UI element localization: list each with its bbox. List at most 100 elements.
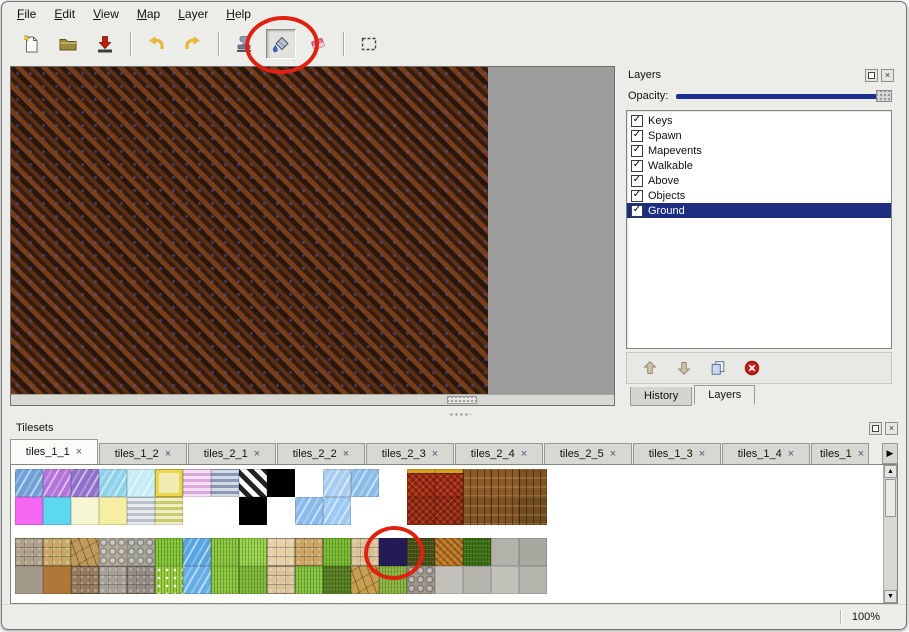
close-panel-button[interactable]: × [881,69,894,82]
palette-tile[interactable] [127,497,155,525]
tileset-tab[interactable]: tiles_1_1 × [10,439,98,464]
opacity-slider-handle[interactable] [876,90,892,102]
palette-tile[interactable] [323,538,351,566]
layer-row[interactable]: ✓ Mapevents [627,143,891,158]
close-tab-icon[interactable]: × [254,449,260,460]
close-tab-icon[interactable]: × [788,449,794,460]
palette-tile[interactable] [407,497,435,525]
float-panel-button[interactable] [865,69,878,82]
fill-bucket-tool-button[interactable] [266,29,296,59]
palette-tile[interactable] [519,469,547,497]
tileset-tab[interactable]: tiles_2_4 × [455,443,543,464]
close-tab-icon[interactable]: × [343,449,349,460]
palette-tile[interactable] [351,538,379,566]
menu-file[interactable]: File [8,4,45,24]
palette-tile[interactable] [463,469,491,497]
palette-tile[interactable] [127,566,155,594]
scrollbar-thumb[interactable] [447,396,477,404]
palette-tile[interactable] [15,497,43,525]
palette-tile[interactable] [491,469,519,497]
palette-tile[interactable] [267,469,295,497]
palette-tile[interactable] [183,566,211,594]
palette-tile[interactable] [519,497,547,525]
pane-splitter[interactable] [2,410,906,418]
scrollbar-thumb[interactable] [885,479,896,517]
layer-row[interactable]: ✓ Above [627,173,891,188]
palette-tile[interactable] [491,566,519,594]
save-button[interactable] [90,29,120,59]
palette-tile[interactable] [183,469,211,497]
float-panel-button[interactable] [869,422,882,435]
palette-tile[interactable] [351,469,379,497]
palette-tile[interactable] [71,469,99,497]
palette-tile[interactable] [15,469,43,497]
palette-tile[interactable] [435,469,463,497]
layer-row-selected[interactable]: ✓ Ground [627,203,891,218]
menu-view[interactable]: View [84,4,128,24]
palette-tile[interactable] [155,469,183,497]
palette-tile[interactable] [239,497,267,525]
palette-tile[interactable] [71,566,99,594]
map-horizontal-scrollbar[interactable] [11,394,614,405]
layer-row[interactable]: ✓ Keys [627,113,891,128]
palette-tile[interactable] [407,538,435,566]
palette-tile[interactable] [407,469,435,497]
palette-tile[interactable] [127,538,155,566]
palette-tile[interactable] [127,469,155,497]
close-tab-icon[interactable]: × [610,449,616,460]
tileset-tab[interactable]: tiles_2_1 × [188,443,276,464]
layer-visibility-checkbox[interactable]: ✓ [631,175,643,187]
palette-tile[interactable] [463,497,491,525]
palette-tile[interactable] [519,538,547,566]
palette-tile[interactable] [239,469,267,497]
palette-tile[interactable] [239,538,267,566]
close-panel-button[interactable]: × [885,422,898,435]
close-tab-icon[interactable]: × [76,447,82,458]
map-canvas[interactable] [11,67,488,394]
open-file-button[interactable] [53,29,83,59]
palette-tile[interactable] [71,538,99,566]
palette-tile[interactable] [435,538,463,566]
palette-tile[interactable] [155,538,183,566]
layer-row[interactable]: ✓ Spawn [627,128,891,143]
palette-tile[interactable] [211,469,239,497]
palette-tile[interactable] [323,566,351,594]
palette-vertical-scrollbar[interactable]: ▲ ▼ [883,465,897,603]
scroll-down-button[interactable]: ▼ [884,590,897,603]
duplicate-layer-button[interactable] [707,357,729,379]
palette-tile[interactable] [491,497,519,525]
close-tab-icon[interactable]: × [699,449,705,460]
palette-tile[interactable] [407,566,435,594]
menu-map[interactable]: Map [128,4,169,24]
new-file-button[interactable] [16,29,46,59]
palette-tile[interactable] [519,566,547,594]
close-tab-icon[interactable]: × [521,449,527,460]
palette-tile[interactable] [99,566,127,594]
menu-edit[interactable]: Edit [45,4,84,24]
lower-layer-button[interactable] [673,357,695,379]
tileset-tab[interactable]: tiles_2_2 × [277,443,365,464]
tab-history[interactable]: History [630,387,692,406]
palette-tile[interactable] [323,497,351,525]
dark-blue-palette-tile[interactable] [379,538,407,566]
palette-tile[interactable] [211,538,239,566]
palette-tile[interactable] [463,538,491,566]
close-tab-icon[interactable]: × [165,449,171,460]
delete-layer-button[interactable] [741,357,763,379]
close-tab-icon[interactable]: × [858,449,864,460]
palette-tile[interactable] [435,497,463,525]
tileset-tab[interactable]: tiles_1_3 × [633,443,721,464]
tileset-tab[interactable]: tiles_2_5 × [544,443,632,464]
palette-tile[interactable] [43,566,71,594]
opacity-slider[interactable] [676,89,892,103]
layer-row[interactable]: ✓ Walkable [627,158,891,173]
palette-tile[interactable] [155,497,183,525]
layer-visibility-checkbox[interactable]: ✓ [631,205,643,217]
tileset-tab[interactable]: tiles_2_3 × [366,443,454,464]
rect-select-tool-button[interactable] [354,29,384,59]
palette-tile[interactable] [15,566,43,594]
tab-layers[interactable]: Layers [694,385,755,405]
palette-tile[interactable] [43,538,71,566]
undo-button[interactable] [141,29,171,59]
palette-tile[interactable] [351,566,379,594]
